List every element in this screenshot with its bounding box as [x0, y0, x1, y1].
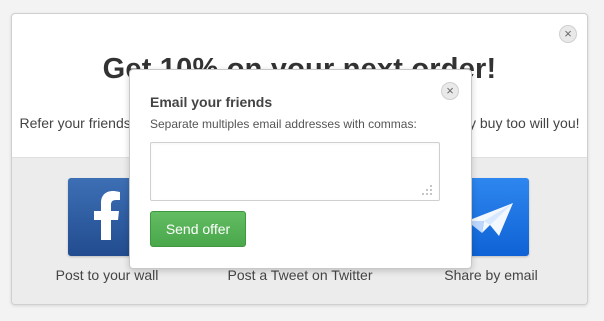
dialog-instructions: Separate multiples email addresses with …: [150, 117, 417, 131]
resize-grip-icon[interactable]: [421, 184, 433, 196]
email-addresses-textarea[interactable]: [150, 142, 440, 201]
facebook-share-label: Post to your wall: [55, 267, 159, 283]
close-icon[interactable]: ×: [441, 82, 459, 100]
close-icon[interactable]: ×: [559, 25, 577, 43]
email-share-label: Share by email: [444, 267, 538, 283]
email-friends-dialog: × Email your friends Separate multiples …: [129, 69, 472, 269]
dialog-title: Email your friends: [150, 94, 273, 110]
twitter-share-label: Post a Tweet on Twitter: [227, 267, 373, 283]
send-offer-button[interactable]: Send offer: [150, 211, 246, 247]
